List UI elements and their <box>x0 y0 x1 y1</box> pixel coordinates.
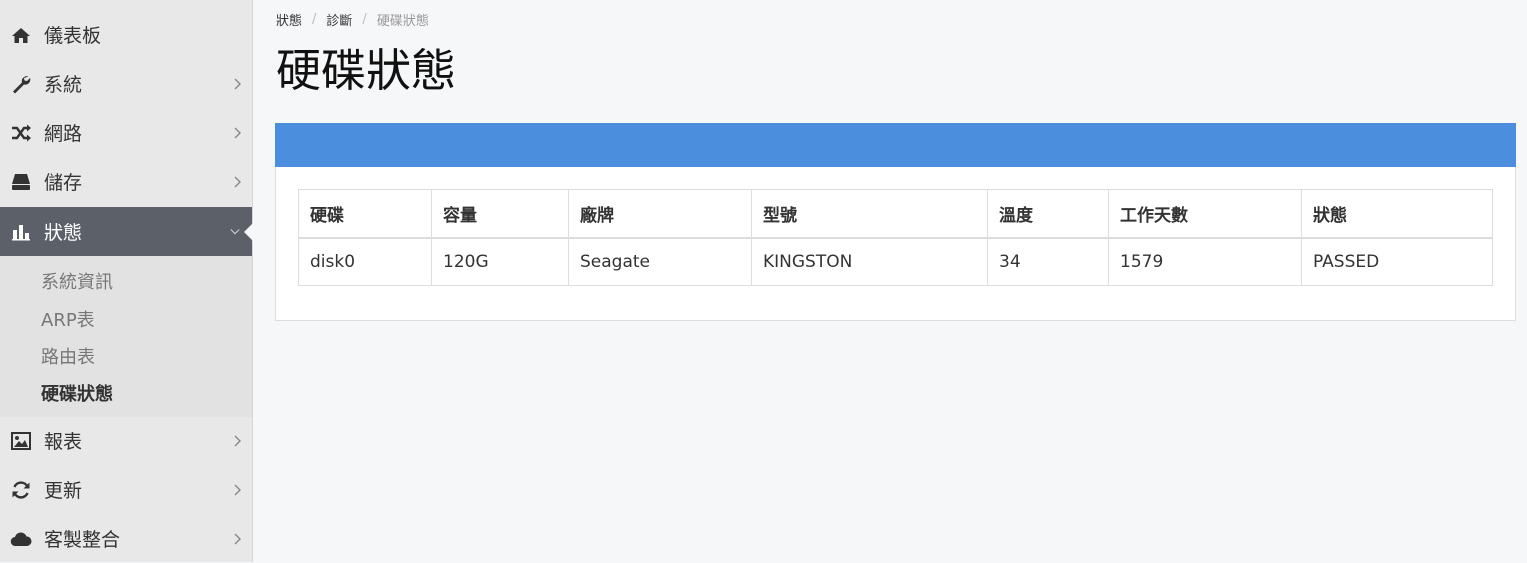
column-header-working-days: 工作天數 <box>1108 189 1302 239</box>
disk-table: 硬碟 容量 廠牌 型號 溫度 工作天數 狀態 disk0 120G Seagat… <box>298 189 1493 286</box>
chevron-right-icon <box>232 434 242 448</box>
wrench-icon <box>10 73 32 95</box>
breadcrumb: 狀態 / 診斷 / 硬碟狀態 <box>276 10 429 29</box>
image-icon <box>10 430 32 452</box>
panel-header <box>275 123 1516 167</box>
bar-chart-icon <box>10 221 32 243</box>
cell-brand: Seagate <box>568 237 752 286</box>
cell-working-days: 1579 <box>1108 237 1302 286</box>
sidebar-item-network[interactable]: 網路 <box>0 108 252 157</box>
sidebar-item-label: 客製整合 <box>44 529 121 551</box>
table-row: disk0 120G Seagate KINGSTON 34 1579 PASS… <box>298 237 1493 286</box>
cell-disk: disk0 <box>298 237 432 286</box>
sidebar-item-label: 網路 <box>44 123 83 145</box>
cloud-icon <box>10 528 32 550</box>
hard-drive-icon <box>10 171 32 193</box>
column-header-disk: 硬碟 <box>298 189 432 239</box>
column-header-model: 型號 <box>751 189 988 239</box>
submenu-item-routing-table[interactable]: 路由表 <box>41 343 95 369</box>
breadcrumb-separator: / <box>312 12 317 27</box>
cell-model: KINGSTON <box>751 237 988 286</box>
sidebar-item-storage[interactable]: 儲存 <box>0 157 252 206</box>
sidebar-item-custom-integration[interactable]: 客製整合 <box>0 514 252 563</box>
sidebar-item-dashboard[interactable]: 儀表板 <box>0 10 252 59</box>
status-submenu: 系統資訊 ARP表 路由表 硬碟狀態 <box>0 256 252 417</box>
cell-status: PASSED <box>1301 237 1493 286</box>
column-header-status: 狀態 <box>1301 189 1493 239</box>
sidebar-item-status[interactable]: 狀態 <box>0 207 253 256</box>
chevron-right-icon <box>232 483 242 497</box>
sidebar-item-label: 報表 <box>44 431 83 453</box>
refresh-icon <box>10 479 32 501</box>
sidebar-item-label: 更新 <box>44 480 83 502</box>
chevron-right-icon <box>232 532 242 546</box>
breadcrumb-item-status[interactable]: 狀態 <box>276 10 302 29</box>
submenu-item-disk-status[interactable]: 硬碟狀態 <box>41 380 113 406</box>
table-header-row: 硬碟 容量 廠牌 型號 溫度 工作天數 狀態 <box>298 189 1493 239</box>
chevron-right-icon <box>232 77 242 91</box>
column-header-capacity: 容量 <box>431 189 569 239</box>
column-header-brand: 廠牌 <box>568 189 752 239</box>
shuffle-icon <box>10 122 32 144</box>
page-title: 硬碟狀態 <box>276 44 457 97</box>
column-header-temperature: 溫度 <box>987 189 1109 239</box>
cell-capacity: 120G <box>431 237 569 286</box>
breadcrumb-item-diagnostics[interactable]: 診斷 <box>326 10 352 29</box>
sidebar-item-label: 儲存 <box>44 172 83 194</box>
chevron-right-icon <box>232 175 242 189</box>
sidebar-item-label: 儀表板 <box>44 25 102 47</box>
sidebar-item-reports[interactable]: 報表 <box>0 416 252 465</box>
cell-temperature: 34 <box>987 237 1109 286</box>
submenu-item-arp-table[interactable]: ARP表 <box>41 306 95 332</box>
sidebar-item-label: 狀態 <box>44 222 83 244</box>
home-icon <box>10 24 32 46</box>
sidebar-item-system[interactable]: 系統 <box>0 59 252 108</box>
breadcrumb-separator: / <box>362 12 367 27</box>
sidebar-item-update[interactable]: 更新 <box>0 465 252 514</box>
sidebar-item-label: 系統 <box>44 74 83 96</box>
disk-status-panel: 硬碟 容量 廠牌 型號 溫度 工作天數 狀態 disk0 120G Seagat… <box>275 123 1516 321</box>
breadcrumb-item-current: 硬碟狀態 <box>376 14 429 29</box>
chevron-down-icon <box>230 225 240 239</box>
submenu-item-system-info[interactable]: 系統資訊 <box>41 268 113 294</box>
chevron-right-icon <box>232 126 242 140</box>
sidebar: 儀表板 系統 網路 儲存 狀態 系統資訊 ARP表 路由表 硬碟狀態 報表 更新… <box>0 0 253 562</box>
